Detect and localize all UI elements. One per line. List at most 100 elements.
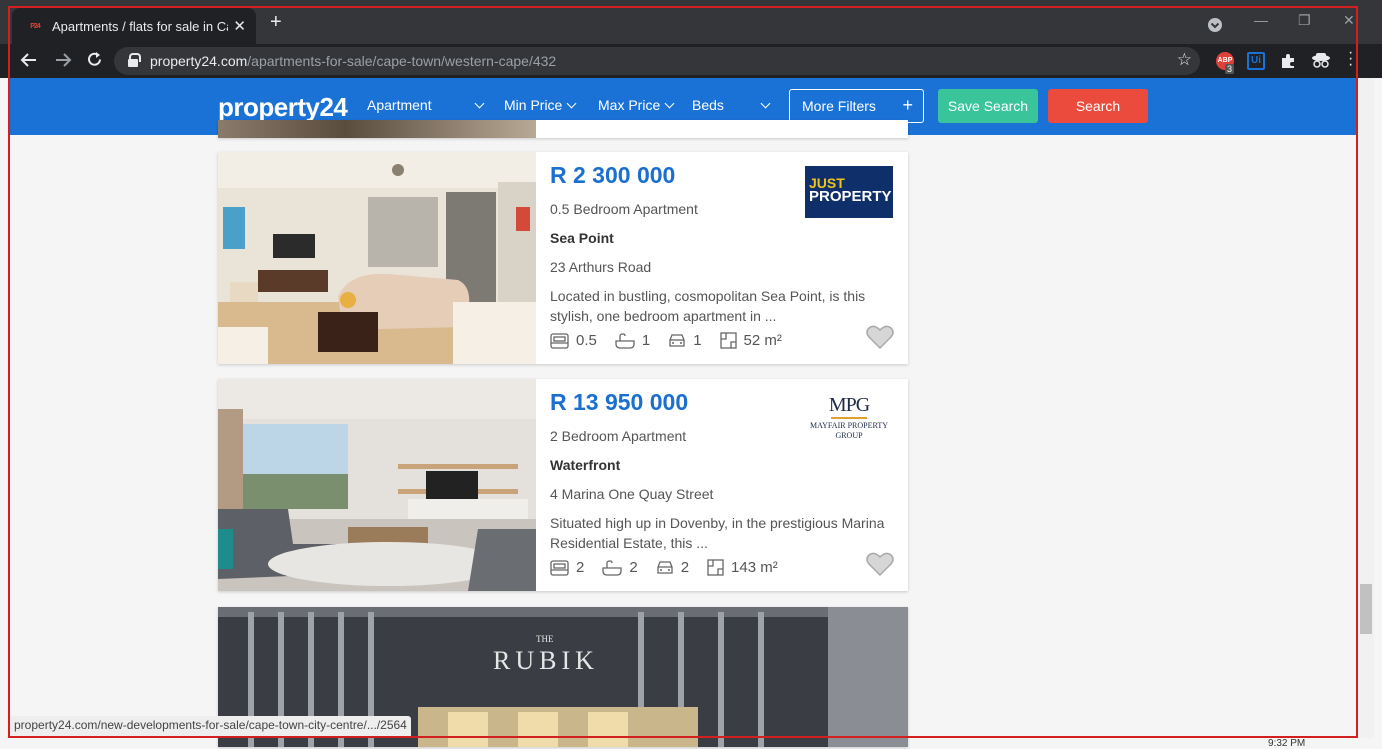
listing-suburb: Sea Point — [550, 230, 614, 246]
floor-size-feature: 52 m² — [719, 332, 782, 349]
max-price-dropdown[interactable]: Max Price — [598, 97, 675, 113]
chevron-down-icon — [664, 98, 675, 109]
listing-photo[interactable] — [218, 379, 536, 591]
listing-photo — [218, 120, 536, 138]
tab-title: Apartments / flats for sale in Cape — [52, 18, 228, 34]
agency-logo-rule — [831, 417, 867, 419]
listing-street: 4 Marina One Quay Street — [550, 486, 714, 502]
url-field[interactable]: property24.com/apartments-for-sale/cape-… — [114, 47, 1200, 75]
spy-extension-icon[interactable] — [1310, 50, 1332, 72]
bedrooms-count: 0.5 — [576, 332, 597, 349]
min-price-label: Min Price — [504, 97, 563, 113]
more-filters-label: More Filters — [802, 98, 876, 114]
beds-dropdown[interactable]: Beds — [692, 97, 771, 113]
profile-menu-icon[interactable] — [1207, 17, 1223, 33]
lock-icon — [128, 53, 141, 67]
listing-type: 0.5 Bedroom Apartment — [550, 201, 698, 217]
favourite-heart-icon[interactable] — [866, 324, 894, 350]
more-filters-button[interactable]: More Filters + — [789, 89, 924, 123]
floor-size: 52 m² — [743, 332, 782, 349]
restore-icon[interactable]: ❐ — [1298, 12, 1311, 29]
status-url-preview: property24.com/new-developments-for-sale… — [10, 716, 411, 736]
parking-feature: 2 — [656, 559, 689, 576]
extension-badge: 3 — [1225, 64, 1235, 74]
address-bar: property24.com/apartments-for-sale/cape-… — [0, 44, 1382, 78]
new-tab-icon[interactable]: + — [270, 12, 282, 32]
beds-label: Beds — [692, 97, 724, 113]
chevron-down-icon — [474, 98, 485, 109]
bedrooms-count: 2 — [576, 559, 585, 576]
parking-count: 2 — [680, 559, 690, 576]
car-icon — [657, 561, 673, 574]
floor-size-icon — [707, 559, 724, 576]
listing-price[interactable]: R 2 300 000 — [550, 162, 675, 189]
reload-icon[interactable] — [86, 51, 103, 68]
car-icon — [669, 334, 685, 347]
bedrooms-feature: 2 — [550, 559, 584, 576]
property-type-label: Apartment — [367, 97, 432, 113]
favourite-heart-icon[interactable] — [866, 551, 894, 577]
forward-arrow-icon[interactable] — [54, 52, 72, 68]
floor-size-feature: 143 m² — [707, 559, 778, 576]
scrollbar-thumb[interactable] — [1360, 584, 1372, 634]
listing-suburb: Waterfront — [550, 457, 621, 473]
listing-type: 2 Bedroom Apartment — [550, 428, 687, 444]
development-brand: RUBIK — [493, 646, 599, 675]
bed-icon — [550, 559, 569, 576]
agency-logo-mark: MPG — [828, 394, 870, 416]
browser-tab[interactable]: P24 Apartments / flats for sale in Cape … — [12, 8, 256, 44]
url-path: /apartments-for-sale/cape-town/western-c… — [247, 53, 557, 69]
bedrooms-feature: 0.5 — [550, 332, 597, 349]
back-arrow-icon[interactable] — [20, 52, 38, 68]
listing-card[interactable]: R 13 950 000 2 Bedroom Apartment Waterfr… — [218, 379, 908, 591]
parking-feature: 1 — [668, 332, 702, 349]
agency-logo-line1: MAYFAIR PROPERTY — [810, 421, 888, 430]
agency-logo-just-property[interactable]: JUST PROPERTY — [805, 166, 893, 218]
close-window-icon[interactable]: ✕ — [1343, 12, 1355, 29]
browser-menu-icon[interactable]: · · · — [1348, 45, 1353, 73]
plus-icon: + — [902, 95, 913, 115]
floor-size: 143 m² — [731, 559, 778, 576]
bathrooms-count: 1 — [641, 332, 651, 349]
save-search-button[interactable]: Save Search — [938, 89, 1038, 123]
listing-info: R 2 300 000 0.5 Bedroom Apartment Sea Po… — [550, 152, 900, 364]
listing-card[interactable]: R 2 300 000 0.5 Bedroom Apartment Sea Po… — [218, 152, 908, 364]
extensions-puzzle-icon[interactable] — [1280, 53, 1296, 69]
page-scrollbar[interactable] — [1358, 78, 1374, 738]
browser-tab-strip: P24 Apartments / flats for sale in Cape … — [0, 0, 1382, 44]
bathrooms-count: 2 — [629, 559, 638, 576]
property24-logo[interactable]: property24 — [218, 92, 348, 123]
minimize-icon[interactable]: — — [1254, 12, 1268, 28]
agency-logo-line2: GROUP — [835, 431, 863, 440]
chevron-down-icon — [760, 98, 771, 109]
ui-extension-icon[interactable]: Ui — [1247, 52, 1265, 70]
chevron-down-icon — [566, 98, 577, 109]
bath-icon — [602, 559, 622, 576]
property-type-dropdown[interactable]: Apartment — [367, 97, 485, 113]
listing-street: 23 Arthurs Road — [550, 259, 652, 275]
listing-description: Located in bustling, cosmopolitan Sea Po… — [550, 288, 866, 324]
parking-count: 1 — [693, 332, 702, 349]
bath-icon — [615, 332, 635, 349]
bookmark-star-icon[interactable]: ☆ — [1177, 50, 1192, 70]
listing-features: 2 2 2 143 m² — [550, 559, 796, 576]
bathrooms-feature: 1 — [615, 332, 650, 349]
search-button[interactable]: Search — [1048, 89, 1148, 123]
agency-logo-mayfair[interactable]: MPG MAYFAIR PROPERTY GROUP — [805, 393, 893, 445]
listing-photo[interactable] — [218, 152, 536, 364]
listing-info: R 13 950 000 2 Bedroom Apartment Waterfr… — [550, 379, 900, 591]
close-tab-icon[interactable]: ✕ — [233, 17, 246, 35]
development-brand-small: THE — [536, 634, 554, 644]
min-price-dropdown[interactable]: Min Price — [504, 97, 577, 113]
listing-price[interactable]: R 13 950 000 — [550, 389, 688, 416]
bathrooms-feature: 2 — [602, 559, 638, 576]
listing-description: Situated high up in Dovenby, in the pres… — [550, 515, 885, 551]
bed-icon — [550, 332, 569, 349]
listing-features: 0.5 1 1 52 m² — [550, 332, 800, 349]
floor-size-icon — [719, 332, 737, 349]
property24-favicon: P24 — [30, 22, 40, 30]
agency-logo-line2: PROPERTY — [809, 188, 892, 205]
url-host: property24.com — [150, 53, 248, 69]
max-price-label: Max Price — [598, 97, 661, 113]
previous-listing-card[interactable] — [218, 120, 908, 138]
